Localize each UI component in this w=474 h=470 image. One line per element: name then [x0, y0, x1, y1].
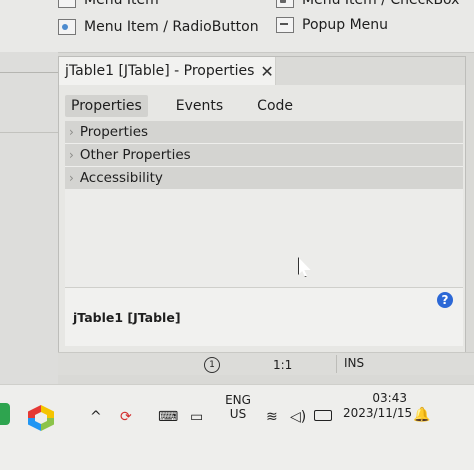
taskbar-app-icon[interactable]: [0, 403, 10, 425]
chevron-right-icon: ›: [69, 125, 74, 139]
clock-time: 03:43: [372, 391, 407, 405]
help-title: jTable1 [JTable]: [73, 310, 181, 325]
properties-window-title: jTable1 [JTable] - Properties: [65, 63, 255, 79]
chevron-right-icon: ›: [69, 148, 74, 162]
notifications-icon[interactable]: 1: [204, 357, 220, 373]
help-description-area: jTable1 [JTable] ?: [65, 287, 463, 346]
notification-bell-icon[interactable]: 🔔: [413, 407, 430, 423]
palette-item-menu-item[interactable]: Menu Item: [58, 0, 159, 8]
palette-item-popup-menu[interactable]: Popup Menu: [276, 17, 388, 33]
wifi-icon[interactable]: ≋: [266, 409, 278, 425]
tab-code[interactable]: Code: [251, 95, 299, 117]
popup-menu-icon: [276, 17, 294, 33]
properties-window-tab[interactable]: jTable1 [JTable] - Properties ✕: [59, 57, 276, 85]
keyboard-icon[interactable]: ⌨: [158, 409, 178, 425]
volume-icon[interactable]: ◁): [290, 409, 306, 425]
section-other-properties[interactable]: › Other Properties: [65, 144, 463, 167]
caret-position: 1:1: [273, 358, 293, 372]
palette-item-label: Menu Item: [84, 0, 159, 8]
close-icon[interactable]: ✕: [260, 62, 273, 81]
ide-app-icon[interactable]: [28, 405, 54, 431]
clock-date: 2023/11/15: [343, 406, 413, 420]
palette-item-label: Popup Menu: [302, 17, 389, 33]
section-label: Accessibility: [79, 170, 163, 186]
chevron-right-icon: ›: [69, 171, 74, 185]
section-label: Other Properties: [79, 147, 191, 163]
properties-tabs: Properties Events Code: [65, 95, 299, 117]
palette-item-menu-checkbox[interactable]: Menu Item / CheckBox: [276, 0, 459, 8]
properties-window: jTable1 [JTable] - Properties ✕ Properti…: [58, 56, 466, 372]
palette-item-label: Menu Item / RadioButton: [84, 19, 259, 35]
insert-mode[interactable]: INS: [344, 356, 364, 370]
palette-item-menu-radiobutton[interactable]: Menu Item / RadioButton: [58, 19, 259, 35]
section-properties[interactable]: › Properties: [65, 121, 463, 144]
language-code: ENG: [225, 393, 251, 407]
windows-taskbar: ^ ⟳ ⌨ ▭ ENG US ≋ ◁) 03:43 2023/11/15 🔔: [0, 384, 474, 470]
property-sections: › Properties › Other Properties › Access…: [65, 121, 463, 190]
region-code: US: [229, 407, 247, 421]
left-panel-background: [0, 52, 58, 384]
show-hidden-icons-chevron-icon[interactable]: ^: [90, 409, 102, 425]
menu-item-icon: [58, 0, 76, 8]
battery-icon[interactable]: [314, 410, 332, 421]
radiobutton-icon: [58, 19, 76, 35]
section-accessibility[interactable]: › Accessibility: [65, 167, 463, 190]
tab-properties[interactable]: Properties: [65, 95, 148, 117]
section-label: Properties: [79, 124, 149, 140]
language-indicator[interactable]: ENG US: [225, 393, 251, 421]
titlebar-filler: [276, 57, 465, 85]
tab-events[interactable]: Events: [170, 95, 229, 117]
help-icon[interactable]: ?: [437, 292, 453, 308]
system-clock[interactable]: 03:43 2023/11/15: [343, 391, 413, 421]
sync-icon[interactable]: ⟳: [120, 409, 132, 425]
status-divider: [336, 355, 337, 373]
palette-item-label: Menu Item / CheckBox: [302, 0, 460, 8]
pen-menu-icon[interactable]: ▭: [190, 409, 203, 425]
ide-status-bar: 1 1:1 INS: [58, 352, 474, 375]
property-sheet-empty-area: [65, 189, 463, 289]
component-palette: Menu Item Menu Item / CheckBox Menu Item…: [0, 0, 474, 53]
checkbox-icon: [276, 0, 294, 8]
